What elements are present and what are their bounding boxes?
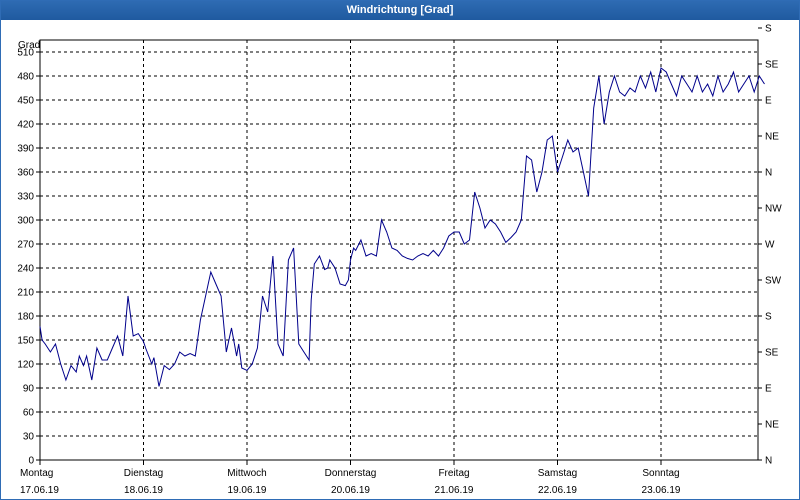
right-axis-label: NE (765, 132, 779, 143)
right-axis-label: N (765, 168, 772, 179)
y-tick-label: 90 (23, 384, 35, 395)
x-day-label: Donnerstag (325, 468, 377, 479)
grid-lines (40, 40, 758, 460)
x-date-label: 23.06.19 (642, 485, 681, 496)
x-day-label: Sonntag (642, 468, 679, 479)
x-date-label: 22.06.19 (538, 485, 577, 496)
x-axis-labels: Montag 17.06.19 Dienstag 18.06.19 Mittwoch 19… (20, 468, 681, 496)
y-tick-label: 150 (17, 336, 34, 347)
y-tick-label: 0 (28, 456, 34, 467)
y-tick-label: 450 (17, 96, 34, 107)
x-date-label: 18.06.19 (124, 485, 163, 496)
y-axis-tick-labels: 0 30 60 90 120 150 180 210 240 270 300 330 360 390 420… (17, 48, 34, 467)
x-day-label: Mittwoch (227, 468, 266, 479)
series-group (39, 67, 765, 387)
right-axis-label: SW (765, 276, 782, 287)
x-day-label: Samstag (538, 468, 577, 479)
x-date-label: 20.06.19 (331, 485, 370, 496)
x-day-label: Dienstag (124, 468, 163, 479)
y-tick-label: 240 (17, 264, 34, 275)
right-axis-label: N (765, 456, 772, 467)
y-tick-label: 360 (17, 168, 34, 179)
y-tick-label: 330 (17, 192, 34, 203)
y-tick-label: 480 (17, 72, 34, 83)
wind-direction-chart: 0 30 60 90 120 150 180 210 240 270 300 330 360 390 420… (17, 24, 782, 497)
y-tick-label: 30 (23, 432, 35, 443)
right-axis-labels: N NE E SE S SW W NW N NE E SE S (765, 24, 782, 467)
right-axis-label: E (765, 384, 772, 395)
y-tick-label: 390 (17, 144, 34, 155)
y-tick-label: 420 (17, 120, 34, 131)
y-tick-label: 120 (17, 360, 34, 371)
right-axis-label: E (765, 96, 772, 107)
plot-border (39, 39, 759, 461)
axes (36, 27, 762, 465)
x-day-label: Montag (20, 468, 53, 479)
right-axis-label: S (765, 312, 772, 323)
right-axis-label: NE (765, 420, 779, 431)
right-axis-label: SE (765, 60, 779, 71)
y-tick-label: 210 (17, 288, 34, 299)
right-axis-label: SE (765, 348, 779, 359)
y-tick-label: 270 (17, 240, 34, 251)
x-day-label: Freitag (438, 468, 469, 479)
x-date-label: 19.06.19 (228, 485, 267, 496)
y-tick-label: 180 (17, 312, 34, 323)
y-axis-label: Grad (18, 40, 40, 51)
x-date-label: 21.06.19 (435, 485, 474, 496)
x-date-label: 17.06.19 (20, 485, 59, 496)
right-axis-label: W (765, 240, 775, 251)
y-tick-label: 60 (23, 408, 35, 419)
y-tick-label: 300 (17, 216, 34, 227)
series-line (39, 67, 765, 387)
right-axis-label: S (765, 24, 772, 35)
right-axis-label: NW (765, 204, 782, 215)
